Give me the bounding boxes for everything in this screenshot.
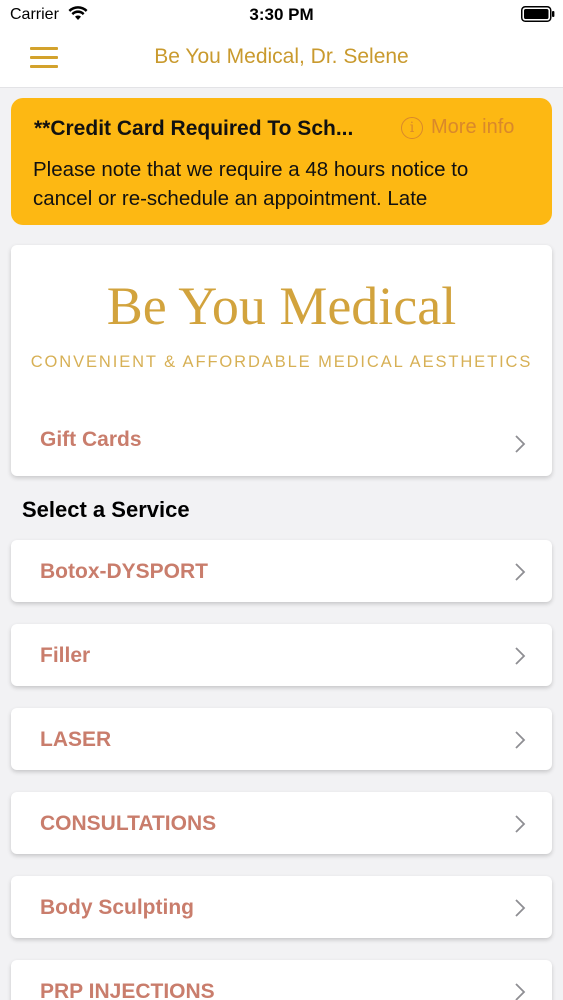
service-label: LASER [40,728,112,751]
chevron-right-icon [515,563,526,581]
more-info-button[interactable]: i More info [401,116,514,139]
gift-cards-label: Gift Cards [40,428,142,451]
service-item-prp-injections[interactable]: PRP INJECTIONS [11,960,552,1000]
notice-banner[interactable]: **Credit Card Required To Sch... i More … [11,98,552,225]
service-item-filler[interactable]: Filler [11,624,552,686]
brand-tagline: CONVENIENT & AFFORDABLE MEDICAL AESTHETI… [30,353,533,371]
notice-body: Please note that we require a 48 hours n… [33,158,469,210]
service-label: Filler [40,644,91,667]
navigation-bar: Be You Medical, Dr. Selene [0,30,563,88]
section-title: Select a Service [22,497,190,522]
service-label: Body Sculpting [40,896,194,919]
service-label: Botox-DYSPORT [40,560,208,583]
service-item-body-sculpting[interactable]: Body Sculpting [11,876,552,938]
service-label: CONSULTATIONS [40,812,217,835]
service-item-botox-dysport[interactable]: Botox-DYSPORT [11,540,552,602]
status-time: 3:30 PM [249,5,314,24]
chevron-right-icon [515,899,526,917]
info-icon: i [401,116,423,139]
battery-icon [521,6,555,22]
chevron-right-icon [515,983,526,1000]
chevron-right-icon [515,647,526,665]
chevron-right-icon [515,435,526,453]
chevron-right-icon [515,731,526,749]
brand-logo: Be You Medical [106,276,457,336]
service-label: PRP INJECTIONS [40,980,215,1000]
notice-title: **Credit Card Required To Sch... [34,117,354,140]
chevron-right-icon [515,815,526,833]
brand-card: Be You Medical CONVENIENT & AFFORDABLE M… [11,245,552,476]
status-bar: Carrier 3:30 PM [0,0,563,30]
gift-cards-row[interactable]: Gift Cards [11,413,552,467]
service-item-laser[interactable]: LASER [11,708,552,770]
page-title: Be You Medical, Dr. Selene [154,45,409,68]
service-item-consultations[interactable]: CONSULTATIONS [11,792,552,854]
more-info-label: More info [431,116,515,138]
